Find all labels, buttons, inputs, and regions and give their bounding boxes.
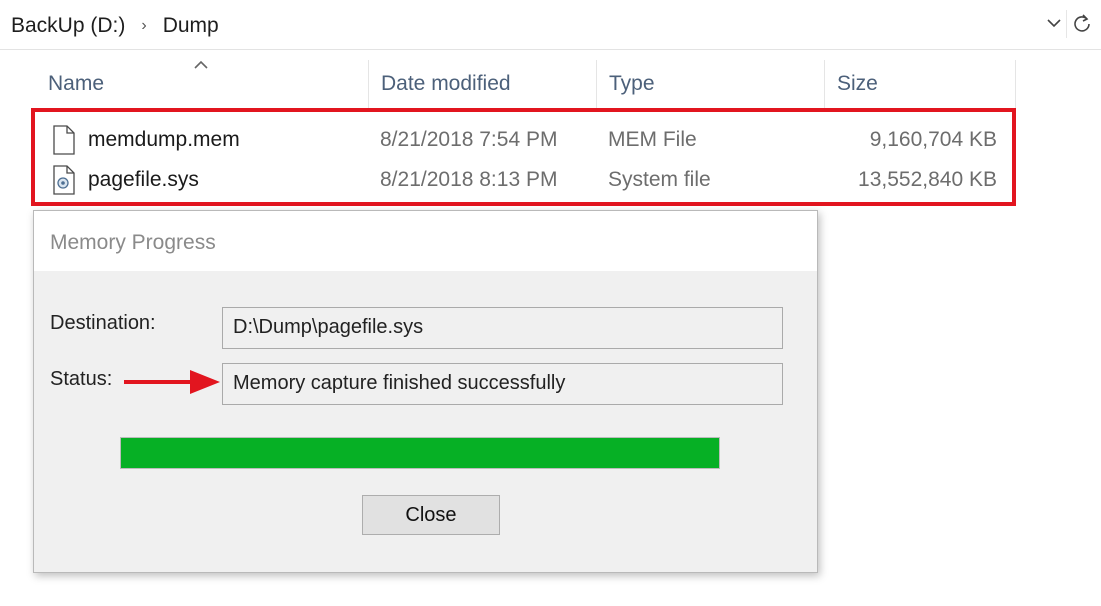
breadcrumb-folder[interactable]: Dump — [163, 14, 219, 38]
breadcrumb-separator-icon[interactable]: › — [141, 17, 146, 35]
address-bar[interactable]: BackUp (D:) › Dump — [0, 0, 1101, 50]
arrow-right-icon — [124, 370, 220, 394]
capture-progress-bar — [120, 437, 720, 469]
destination-label: Destination: — [50, 312, 156, 334]
address-divider — [1066, 10, 1067, 38]
column-header-type[interactable]: Type — [597, 60, 823, 110]
highlight-box — [31, 108, 1016, 206]
status-label: Status: — [50, 368, 113, 390]
status-field: Memory capture finished successfully — [222, 363, 783, 405]
refresh-icon[interactable] — [1071, 12, 1093, 34]
breadcrumb: BackUp (D:) › Dump — [11, 14, 219, 38]
column-header-date[interactable]: Date modified — [369, 60, 595, 110]
destination-field: D:\Dump\pagefile.sys — [222, 307, 783, 349]
close-button[interactable]: Close — [362, 495, 500, 535]
column-header-name[interactable]: Name — [36, 60, 366, 110]
column-divider[interactable] — [1015, 60, 1016, 112]
dialog-titlebar[interactable]: Memory Progress — [34, 211, 817, 271]
breadcrumb-drive[interactable]: BackUp (D:) — [11, 14, 125, 38]
progress-fill — [121, 438, 719, 468]
dialog-title: Memory Progress — [50, 231, 216, 254]
chevron-down-icon[interactable] — [1044, 12, 1064, 34]
memory-progress-dialog: Memory Progress Destination: D:\Dump\pag… — [33, 210, 818, 573]
column-header-size[interactable]: Size — [825, 60, 1015, 110]
